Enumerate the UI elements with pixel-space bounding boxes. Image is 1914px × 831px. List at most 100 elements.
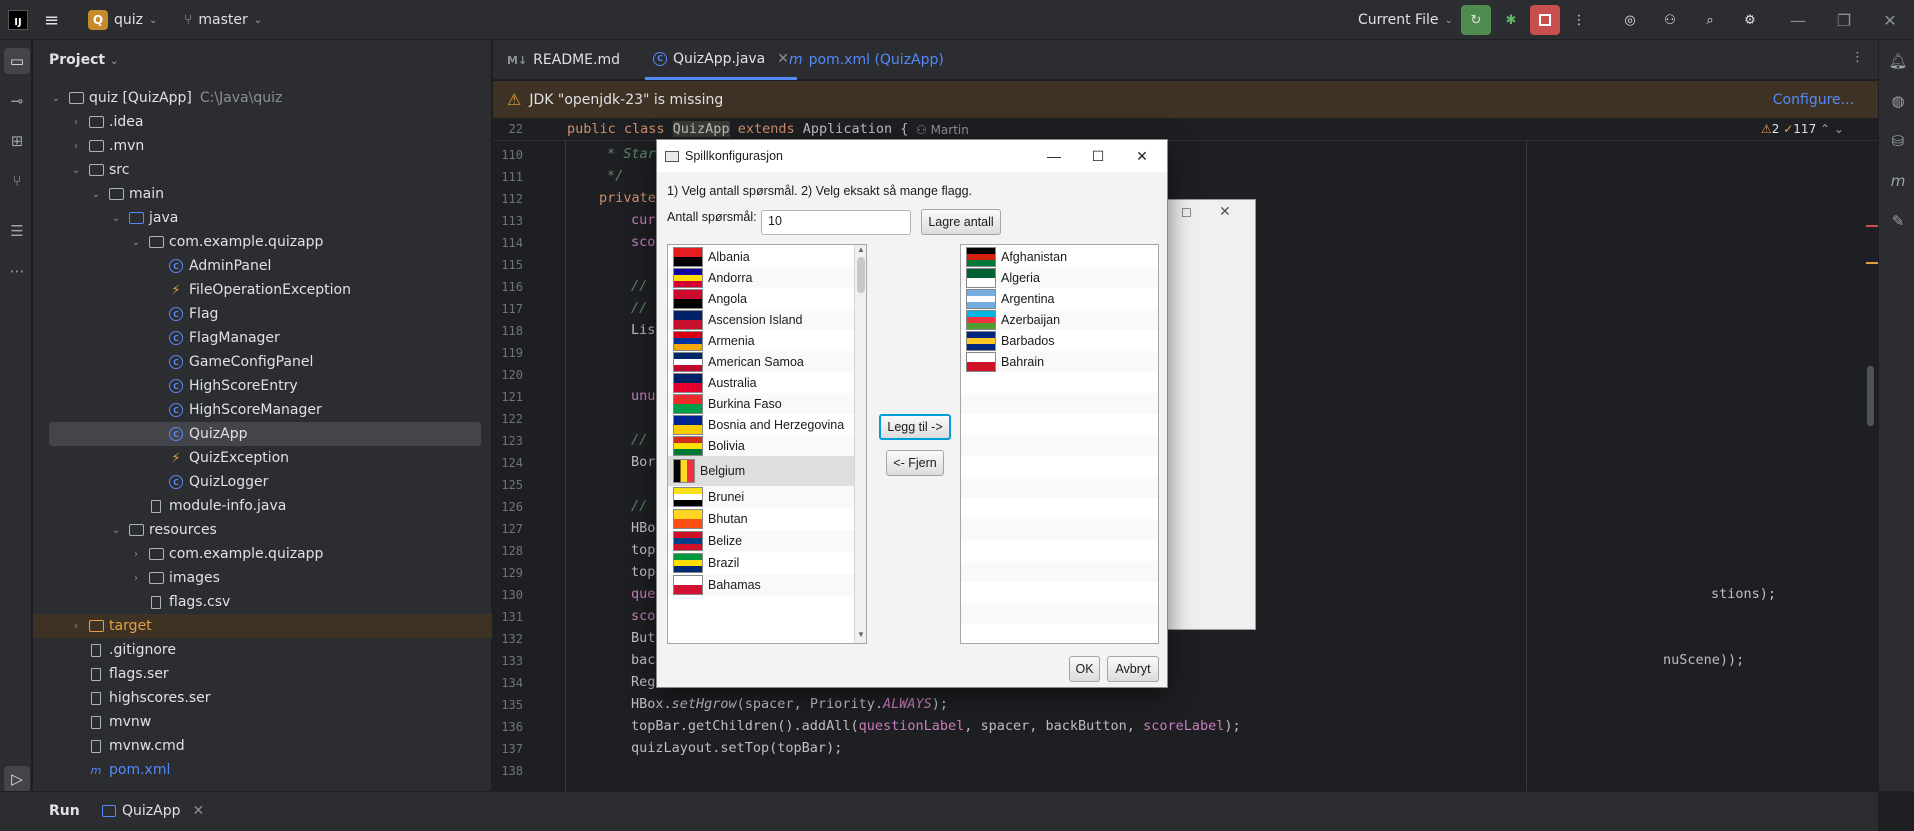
flag-list-item[interactable]: Brazil [668,552,854,574]
dialog-title-bar[interactable]: Spillkonfigurasjon — ☐ ✕ [657,140,1167,172]
tree-item[interactable]: ⚡ FileOperationException [49,278,481,302]
save-count-button[interactable]: Lagre antall [921,209,1001,235]
assistant-icon[interactable]: ✎ [1885,208,1911,234]
close-icon[interactable]: ✕ [1867,0,1913,40]
remove-flag-button[interactable]: <- Fjern [886,450,944,476]
tree-item[interactable]: C FlagManager [49,326,481,350]
error-stripe-marker[interactable] [1866,225,1878,227]
ai-assistant-icon[interactable]: ◎ [1615,5,1645,35]
more-actions-icon[interactable]: ⋮ [1564,5,1594,35]
ai-chat-icon[interactable]: ◍ [1885,88,1911,114]
flag-list-item[interactable]: Bahrain [961,351,1158,372]
tree-item[interactable]: C GameConfigPanel [49,350,481,374]
maximize-icon[interactable]: ☐ [1075,140,1121,172]
question-count-input[interactable]: 10 [761,210,911,235]
search-icon[interactable]: ⌕ [1695,5,1725,35]
add-flag-button[interactable]: Legg til -> [879,414,951,440]
tree-item[interactable]: C HighScoreEntry [49,374,481,398]
tree-item[interactable]: .gitignore [49,638,481,662]
cancel-button[interactable]: Avbryt [1107,656,1159,682]
chevron-down-icon[interactable]: ⌄ [49,93,63,104]
sticky-header[interactable]: 22 public class QuizApp extends Applicat… [493,119,1878,141]
plugins-icon[interactable]: ⊞ [4,128,30,154]
inspection-widget[interactable]: ⚠2 ✓117 ⌃ ⌄ [1761,122,1844,136]
tree-item[interactable]: › target [33,614,492,638]
tree-item[interactable]: › images [49,566,481,590]
tree-item[interactable]: flags.csv [49,590,481,614]
flag-list-item[interactable]: Azerbaijan [961,309,1158,330]
flag-list-item[interactable]: Andorra [668,267,854,288]
scroll-up-icon[interactable]: ▲ [857,245,865,254]
more-tools-icon[interactable]: ⋯ [4,258,30,284]
tree-item[interactable]: ⌄ com.example.quizapp [49,230,481,254]
tree-item[interactable]: C HighScoreManager [49,398,481,422]
run-tab-quizapp[interactable]: QuizApp ✕ [102,803,204,819]
run-tool-icon[interactable]: ▷ [4,766,30,792]
tree-item[interactable]: flags.ser [49,662,481,686]
tree-item[interactable]: highscores.ser [49,686,481,710]
branch-selector[interactable]: ⑂ master ⌄ [184,0,262,40]
flag-list-item[interactable]: Barbados [961,330,1158,351]
gear-icon[interactable]: ⚙ [1735,5,1765,35]
close-icon[interactable]: ✕ [1119,140,1165,172]
project-selector[interactable]: Q quiz ⌄ [88,0,157,40]
flag-list-item[interactable]: Australia [668,372,854,393]
flag-list-item[interactable]: Belgium [668,456,854,486]
configure-link[interactable]: Configure... [1773,92,1854,108]
warning-stripe-marker[interactable] [1866,262,1878,264]
chevron-right-icon[interactable]: › [129,573,143,584]
flag-list-item[interactable]: Belize [668,530,854,552]
add-user-icon[interactable]: ⚇ [1655,5,1685,35]
chevron-down-icon[interactable]: ⌄ [109,525,123,536]
tree-item[interactable]: C AdminPanel [49,254,481,278]
tree-item[interactable]: m pom.xml [49,758,481,782]
minimize-icon[interactable]: — [1775,0,1821,40]
tree-item[interactable]: ⌄ resources [49,518,481,542]
scroll-down-icon[interactable]: ▼ [857,630,865,639]
tree-item[interactable]: C Flag [49,302,481,326]
flag-list-item[interactable]: Bolivia [668,435,854,456]
tree-item[interactable]: ⌄ java [49,206,481,230]
tree-item[interactable]: › .mvn [49,134,481,158]
project-tool-folder-icon[interactable]: ▭ [4,48,30,74]
minimize-icon[interactable]: — [1031,140,1077,172]
maven-icon[interactable]: m [1885,168,1911,194]
tree-item[interactable]: C QuizApp [49,422,481,446]
chevron-down-icon[interactable]: ⌄ [69,165,83,176]
chevron-down-icon[interactable]: ⌄ [129,237,143,248]
tabs-more-icon[interactable]: ⋮ [1851,50,1864,65]
flag-list-item[interactable]: Armenia [668,330,854,351]
chosen-flags-list[interactable]: Afghanistan Algeria Argentina Azerbaijan Bar… [960,244,1159,644]
flag-list-item[interactable]: American Samoa [668,351,854,372]
tree-item[interactable]: mvnw [49,710,481,734]
chevron-down-icon[interactable]: ⌄ [89,189,103,200]
tab-quizapp[interactable]: C QuizApp.java ✕ [645,40,797,80]
chevron-right-icon[interactable]: › [69,621,83,632]
chevron-right-icon[interactable]: › [129,549,143,560]
tree-item[interactable]: C QuizLogger [49,470,481,494]
commit-icon[interactable]: ⊸ [4,88,30,114]
close-tab-icon[interactable]: ✕ [777,51,789,67]
pull-requests-icon[interactable]: ⑂ [4,168,30,194]
flag-list-item[interactable]: Bahamas [668,574,854,596]
tree-item[interactable]: module-info.java [49,494,481,518]
run-config-selector[interactable]: Current File ⌄ [1358,0,1453,40]
close-tab-icon[interactable]: ✕ [192,803,204,819]
scroll-thumb[interactable] [857,257,865,293]
close-icon[interactable]: ✕ [1219,204,1231,220]
restore-icon[interactable]: ❐ [1821,0,1867,40]
flag-list-item[interactable]: Bosnia and Herzegovina [668,414,854,435]
run-tool-title[interactable]: Run [49,803,80,819]
chevron-right-icon[interactable]: › [69,141,83,152]
chevron-right-icon[interactable]: › [69,117,83,128]
tree-item[interactable]: ⌄ main [49,182,481,206]
available-flags-list[interactable]: Albania Andorra Angola Ascension Island Arme… [667,244,867,644]
tab-pom[interactable]: m pom.xml (QuizApp) [789,40,944,80]
maximize-icon[interactable]: ☐ [1181,206,1192,220]
tree-item[interactable]: mvnw.cmd [49,734,481,758]
flag-list-item[interactable]: Ascension Island [668,309,854,330]
project-panel-header[interactable]: Project ⌄ [49,52,118,68]
structure-icon[interactable]: ☰ [4,218,30,244]
chevron-down-icon[interactable]: ⌄ [109,213,123,224]
tree-item[interactable]: ⌄ src [49,158,481,182]
